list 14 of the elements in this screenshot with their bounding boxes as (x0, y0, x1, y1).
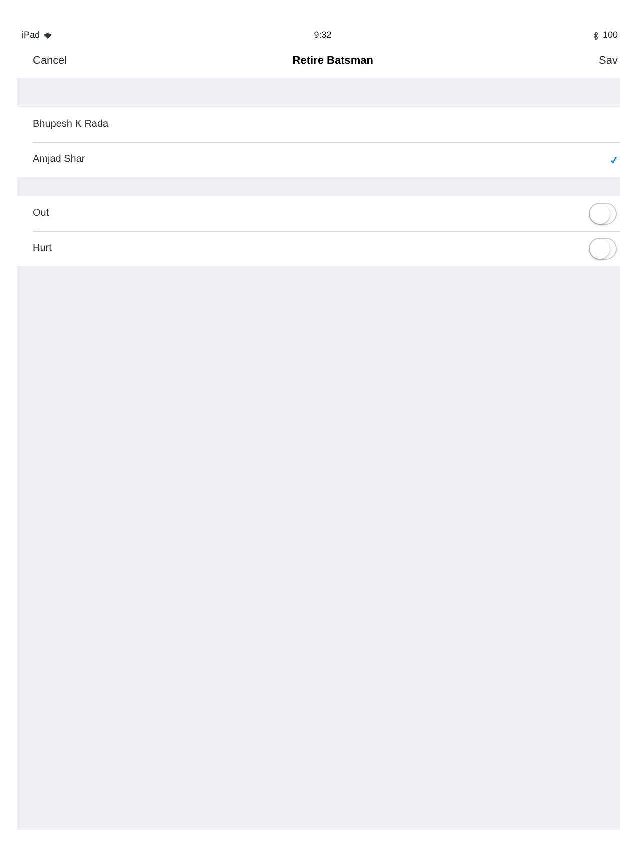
option-label: Hurt (33, 242, 52, 256)
wifi-icon (44, 32, 52, 38)
device-name: iPad (22, 28, 40, 42)
bluetooth-icon (594, 32, 599, 40)
cancel-button[interactable]: Cancel (33, 52, 68, 70)
option-label: Out (33, 207, 50, 221)
batsman-name[interactable]: Amjad Shar (33, 152, 86, 167)
screen-title: Retire Batsman (292, 54, 374, 69)
battery-level: 100 (602, 28, 618, 42)
save-button[interactable]: Sav (599, 52, 618, 70)
toggle-switch[interactable] (589, 238, 617, 260)
status-time: 9:32 (314, 28, 332, 42)
toggle-switch[interactable] (589, 202, 617, 224)
batsman-name[interactable]: Bhupesh K Rada (33, 117, 109, 132)
